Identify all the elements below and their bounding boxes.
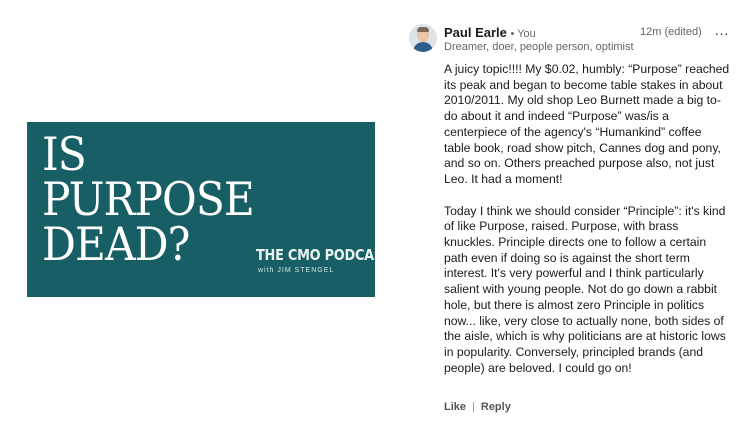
you-badge: • You <box>510 28 536 40</box>
more-options-icon[interactable]: … <box>714 22 730 39</box>
comment-body: A juicy topic!!!! My $0.02, humbly: “Pur… <box>444 62 730 392</box>
comment-author-name[interactable]: Paul Earle <box>444 25 507 40</box>
comment-actions: Like | Reply <box>444 401 511 413</box>
avatar[interactable] <box>409 24 437 52</box>
headline-line: IS <box>42 127 87 181</box>
like-button[interactable]: Like <box>444 401 466 413</box>
comment-paragraph: A juicy topic!!!! My $0.02, humbly: “Pur… <box>444 62 730 186</box>
comment-paragraph: Today I think we should consider “Princi… <box>444 203 726 375</box>
comment-timestamp: 12m (edited) <box>640 26 702 38</box>
avatar-hair <box>417 27 429 32</box>
action-separator: | <box>472 401 475 413</box>
podcast-logo-text: THE CMO PODCAST <box>256 246 375 264</box>
podcast-host-line: with JIM STENGEL <box>258 267 335 274</box>
author-headline: Dreamer, doer, people person, optimist <box>444 41 634 53</box>
avatar-shirt <box>413 42 433 52</box>
comment-author-row: Paul Earle • You <box>444 25 536 40</box>
headline-line: PURPOSE <box>42 172 255 226</box>
podcast-promo-image: IS PURPOSE DEAD? THE CMO PODCAST with JI… <box>27 122 375 297</box>
reply-button[interactable]: Reply <box>481 401 511 413</box>
promo-headline: IS PURPOSE DEAD? <box>42 127 255 271</box>
headline-line: DEAD? <box>42 217 190 271</box>
